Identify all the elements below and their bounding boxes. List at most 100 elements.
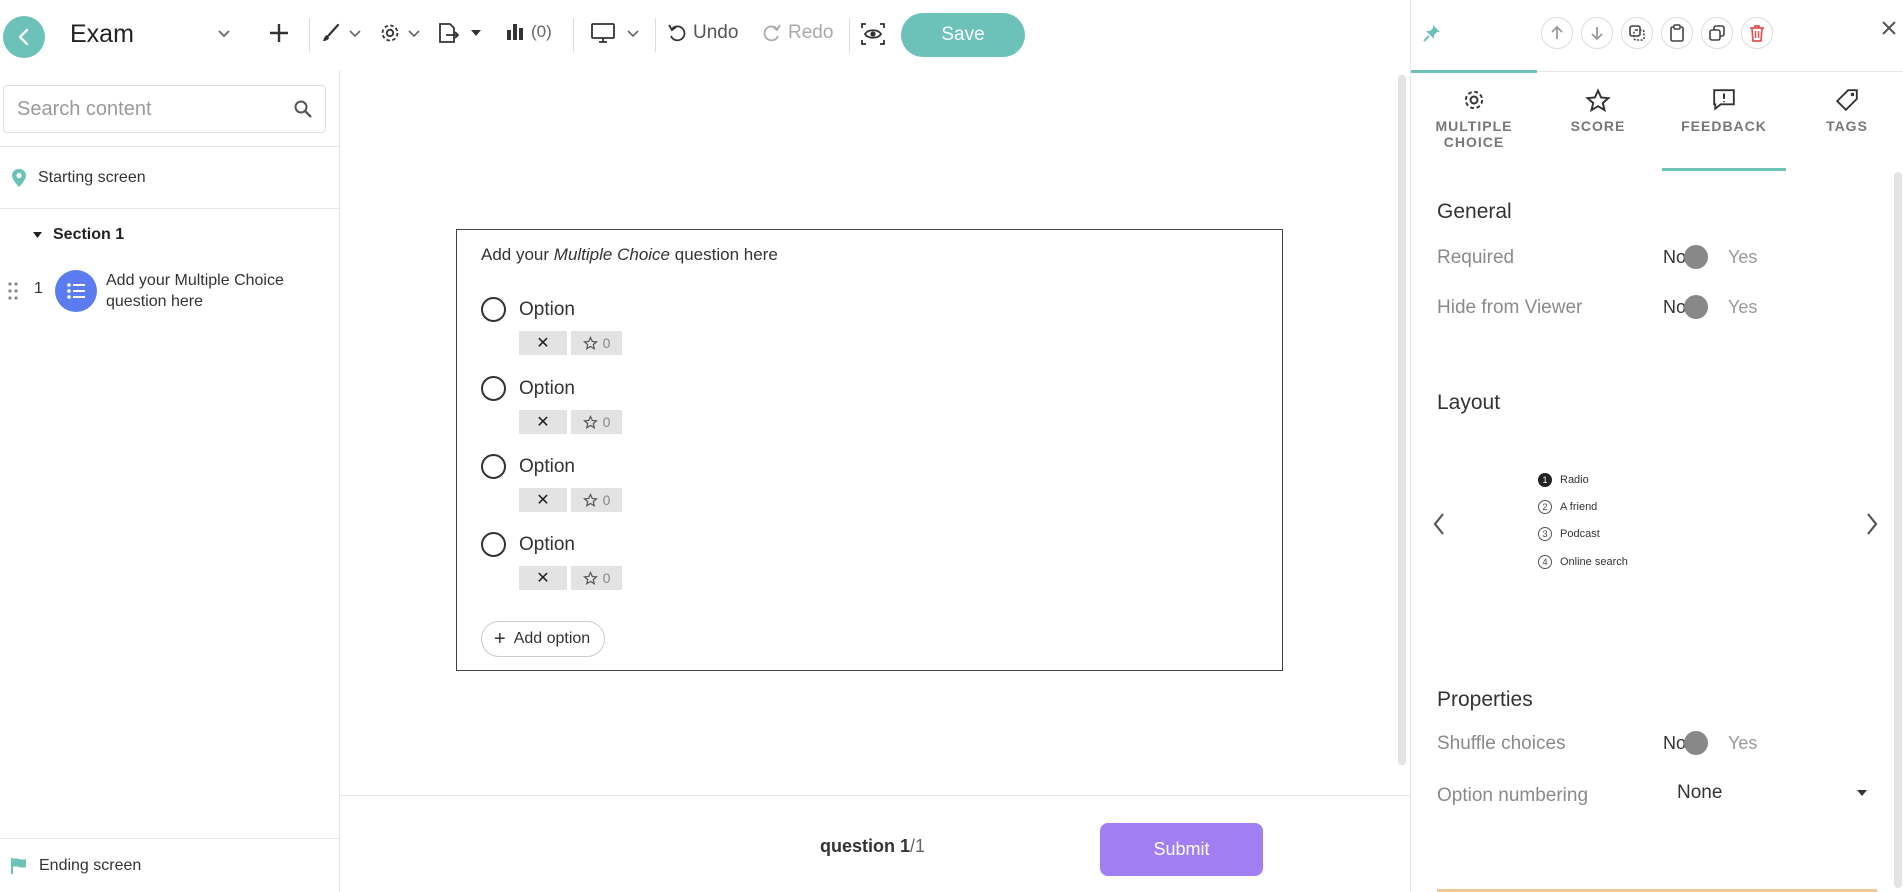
caret-down-icon: [33, 232, 42, 238]
search-input[interactable]: [4, 86, 274, 132]
feedback-icon: [1713, 89, 1735, 111]
submit-button[interactable]: Submit: [1100, 823, 1263, 876]
option-radio[interactable]: [481, 454, 506, 479]
sidebar-question-item[interactable]: 1 Add your Multiple Choice question here: [0, 266, 340, 316]
chevron-left-icon[interactable]: [1431, 510, 1447, 538]
trash-icon: [1750, 25, 1764, 42]
option-score-button[interactable]: 0: [571, 488, 622, 512]
star-icon: [582, 492, 598, 507]
back-button[interactable]: [3, 16, 45, 58]
redo-button[interactable]: Redo: [762, 22, 833, 44]
remove-option-button[interactable]: ✕: [519, 331, 567, 355]
save-button[interactable]: Save: [901, 13, 1025, 57]
option-label[interactable]: Option: [519, 378, 575, 400]
tab-multiple-choice[interactable]: MULTIPLE CHOICE: [1414, 88, 1534, 150]
shuffle-choices-label: Shuffle choices: [1437, 733, 1566, 754]
list-icon: [67, 283, 85, 299]
question-pager: question 1/1: [820, 836, 926, 856]
star-icon: [582, 335, 598, 350]
caret-down-icon: [471, 30, 481, 36]
copy-button[interactable]: [1621, 17, 1653, 49]
settings-button[interactable]: [379, 22, 421, 44]
star-icon: [582, 570, 598, 585]
duplicate-button[interactable]: [1701, 17, 1733, 49]
pin-icon[interactable]: [1423, 24, 1441, 42]
remove-option-button[interactable]: ✕: [519, 566, 567, 590]
redo-icon: [763, 24, 781, 42]
general-section-title: General: [1437, 200, 1512, 223]
duplicate-icon: [1709, 25, 1725, 41]
question-card[interactable]: Add your Multiple Choice question here O…: [456, 229, 1283, 671]
preview-button[interactable]: [860, 22, 886, 46]
chevron-right-icon[interactable]: [1864, 510, 1880, 538]
chevron-left-icon: [18, 28, 29, 46]
option-radio[interactable]: [481, 532, 506, 557]
layout-preview-item[interactable]: 3 Podcast: [1538, 527, 1600, 541]
clipboard-icon: [1670, 24, 1684, 42]
export-button[interactable]: [436, 22, 482, 44]
option-score-button[interactable]: 0: [571, 331, 622, 355]
option-label[interactable]: Option: [519, 456, 575, 478]
starting-screen-item[interactable]: Starting screen: [10, 168, 146, 188]
option-numbering-label: Option numbering: [1437, 785, 1589, 806]
arrow-up-icon: [1551, 25, 1563, 39]
required-toggle[interactable]: No Yes: [1663, 245, 1757, 269]
plus-icon: +: [494, 628, 506, 650]
option-item: Option ✕ 0: [481, 374, 881, 444]
add-button[interactable]: [268, 22, 290, 44]
style-button[interactable]: [320, 22, 362, 44]
option-numbering-select[interactable]: None: [1677, 782, 1867, 810]
paste-button[interactable]: [1661, 17, 1693, 49]
required-label: Required: [1437, 247, 1515, 268]
option-radio[interactable]: [481, 297, 506, 322]
layout-preview-item[interactable]: 4 Online search: [1538, 555, 1628, 569]
tab-tags[interactable]: TAGS: [1787, 88, 1903, 134]
close-icon[interactable]: [1881, 20, 1897, 36]
content-sidebar: Starting screen Section 1 1 Add your Mul…: [0, 70, 340, 892]
delete-button[interactable]: [1741, 17, 1773, 49]
remove-option-button[interactable]: ✕: [519, 488, 567, 512]
shuffle-choices-toggle[interactable]: No Yes: [1663, 731, 1757, 755]
search-icon[interactable]: [293, 99, 313, 119]
move-down-button[interactable]: [1581, 17, 1613, 49]
tab-score[interactable]: SCORE: [1538, 88, 1658, 134]
panel-scrollbar[interactable]: [1894, 172, 1902, 888]
hide-from-viewer-label: Hide from Viewer: [1437, 297, 1583, 318]
option-score-button[interactable]: 0: [571, 566, 622, 590]
panel-toolbar: [1411, 0, 1903, 73]
option-radio[interactable]: [481, 376, 506, 401]
option-label[interactable]: Option: [519, 534, 575, 556]
ending-screen-item[interactable]: Ending screen: [0, 838, 340, 892]
layout-preview-item[interactable]: 1 Radio: [1538, 473, 1589, 487]
multiple-choice-badge: [55, 270, 97, 312]
properties-section-title: Properties: [1437, 688, 1533, 711]
arrow-down-icon: [1591, 27, 1603, 41]
move-up-button[interactable]: [1541, 17, 1573, 49]
document-export-icon: [439, 23, 460, 43]
option-label[interactable]: Option: [519, 299, 575, 321]
question-title[interactable]: Add your Multiple Choice question here: [481, 245, 778, 265]
tab-feedback[interactable]: FEEDBACK: [1664, 88, 1784, 134]
preview-footer: question 1/1 Submit: [340, 795, 1410, 892]
starting-screen-label: Starting screen: [38, 169, 146, 186]
statistics-button[interactable]: (0): [505, 22, 552, 42]
option-item: Option ✕ 0: [481, 452, 881, 522]
layout-preview-item[interactable]: 2A friend: [1538, 500, 1597, 514]
monitor-icon: [591, 23, 615, 43]
drag-handle-icon[interactable]: [8, 282, 18, 300]
add-option-button[interactable]: + Add option: [481, 621, 606, 657]
document-title[interactable]: Exam: [70, 20, 134, 49]
section-1-item[interactable]: Section 1: [32, 226, 124, 244]
option-score-button[interactable]: 0: [571, 410, 622, 434]
undo-button[interactable]: Undo: [667, 22, 738, 44]
device-preview-button[interactable]: [590, 22, 640, 44]
redo-label: Redo: [788, 22, 834, 43]
chevron-down-icon[interactable]: [216, 26, 232, 42]
canvas-scrollbar[interactable]: [1398, 75, 1406, 765]
caret-down-icon: [1857, 790, 1867, 796]
brush-icon: [323, 23, 340, 41]
remove-option-button[interactable]: ✕: [519, 410, 567, 434]
section-label: Section 1: [53, 226, 125, 243]
chevron-down-icon: [408, 30, 420, 38]
hide-from-viewer-toggle[interactable]: No Yes: [1663, 295, 1757, 319]
